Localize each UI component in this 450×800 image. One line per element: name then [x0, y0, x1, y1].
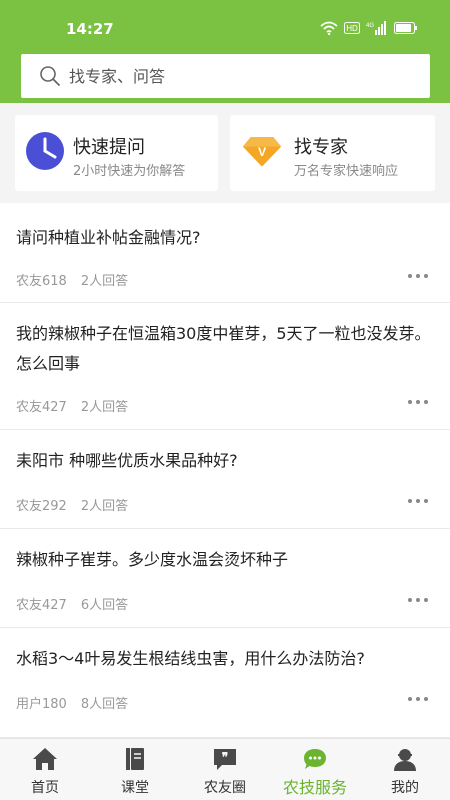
find-expert-title: 找专家	[294, 137, 348, 158]
tab-community[interactable]: ❞ 农友圈	[180, 739, 270, 800]
tab-label: 农技服务	[282, 778, 347, 797]
find-expert-card[interactable]: V 找专家 万名专家快速响应	[230, 115, 435, 191]
quick-actions: 快速提问 2小时快速为你解答 V 找专家 万名专家快速响应	[0, 103, 450, 203]
list-item[interactable]: 水稻3～4叶易发生根结线虫害，用什么办法防治? 用户180 8人回答	[0, 628, 450, 738]
question-meta: 农友427 2人回答	[16, 396, 128, 415]
wifi-icon	[320, 21, 338, 35]
question-user: 农友618	[16, 274, 67, 289]
status-bar: 14:27 HD 4G	[0, 0, 450, 52]
quick-ask-title: 快速提问	[73, 137, 145, 158]
answer-count: 2人回答	[80, 499, 129, 514]
more-options-icon[interactable]	[408, 695, 432, 703]
answer-count: 6人回答	[80, 598, 129, 613]
quick-ask-subtitle: 2小时快速为你解答	[73, 164, 186, 179]
question-meta: 农友292 2人回答	[16, 495, 128, 514]
search-input[interactable]	[69, 66, 399, 86]
signal-icon: 4G	[366, 21, 386, 35]
diamond-icon: V	[242, 137, 282, 167]
app-header: 14:27 HD 4G	[0, 0, 450, 103]
status-time: 14:27	[66, 20, 114, 38]
book-icon	[126, 748, 144, 770]
home-icon	[33, 748, 57, 770]
svg-text:4G: 4G	[366, 23, 374, 29]
question-user: 农友292	[16, 499, 67, 514]
status-icons: HD 4G	[320, 21, 418, 35]
tab-profile[interactable]: 我的	[360, 739, 450, 800]
more-options-icon[interactable]	[408, 596, 432, 604]
svg-text:HD: HD	[346, 24, 358, 33]
search-bar[interactable]	[21, 54, 430, 98]
find-expert-subtitle: 万名专家快速响应	[294, 164, 399, 179]
tab-classroom[interactable]: 课堂	[90, 739, 180, 800]
tab-label: 农友圈	[204, 780, 246, 796]
more-options-icon[interactable]	[408, 272, 432, 280]
quick-ask-card[interactable]: 快速提问 2小时快速为你解答	[15, 115, 218, 191]
user-icon	[394, 749, 416, 771]
hd-icon: HD	[344, 22, 360, 34]
question-title[interactable]: 辣椒种子崔芽。多少度水温会烫坏种子	[16, 545, 436, 575]
list-item[interactable]: 我的辣椒种子在恒温箱30度中崔芽，5天了一粒也没发芽。怎么回事 农友427 2人回…	[0, 303, 450, 430]
more-options-icon[interactable]	[408, 398, 432, 406]
tab-agri-service[interactable]: 农技服务	[270, 739, 360, 800]
answer-count: 2人回答	[80, 400, 129, 415]
question-title[interactable]: 水稻3～4叶易发生根结线虫害，用什么办法防治?	[16, 644, 436, 674]
question-meta: 用户180 8人回答	[16, 693, 128, 712]
chat-bubble-icon	[304, 749, 326, 769]
question-user: 用户180	[16, 697, 67, 712]
tab-label: 首页	[31, 780, 59, 796]
question-title[interactable]: 我的辣椒种子在恒温箱30度中崔芽，5天了一粒也没发芽。怎么回事	[16, 319, 436, 379]
tab-label: 我的	[391, 780, 419, 796]
list-item[interactable]: 请问种植业补帖金融情况? 农友618 2人回答	[0, 203, 450, 303]
question-title[interactable]: 请问种植业补帖金融情况?	[16, 223, 436, 253]
clock-icon	[26, 132, 64, 170]
list-item[interactable]: 辣椒种子崔芽。多少度水温会烫坏种子 农友427 6人回答	[0, 529, 450, 628]
list-item[interactable]: 耒阳市 种哪些优质水果品种好? 农友292 2人回答	[0, 430, 450, 529]
battery-icon	[394, 22, 417, 34]
question-user: 农友427	[16, 400, 67, 415]
tab-label: 课堂	[121, 780, 149, 796]
more-options-icon[interactable]	[408, 497, 432, 505]
question-title[interactable]: 耒阳市 种哪些优质水果品种好?	[16, 446, 436, 476]
question-meta: 农友427 6人回答	[16, 594, 128, 613]
bottom-tab-bar: 首页 课堂 ❞ 农友圈 农技服务 我的	[0, 738, 450, 800]
search-icon	[40, 66, 60, 86]
question-user: 农友427	[16, 598, 67, 613]
quote-bubble-icon: ❞	[214, 749, 236, 770]
svg-text:V: V	[258, 145, 267, 159]
answer-count: 8人回答	[80, 697, 129, 712]
svg-text:❞: ❞	[222, 750, 228, 764]
answer-count: 2人回答	[80, 274, 129, 289]
question-meta: 农友618 2人回答	[16, 270, 128, 289]
tab-home[interactable]: 首页	[0, 739, 90, 800]
